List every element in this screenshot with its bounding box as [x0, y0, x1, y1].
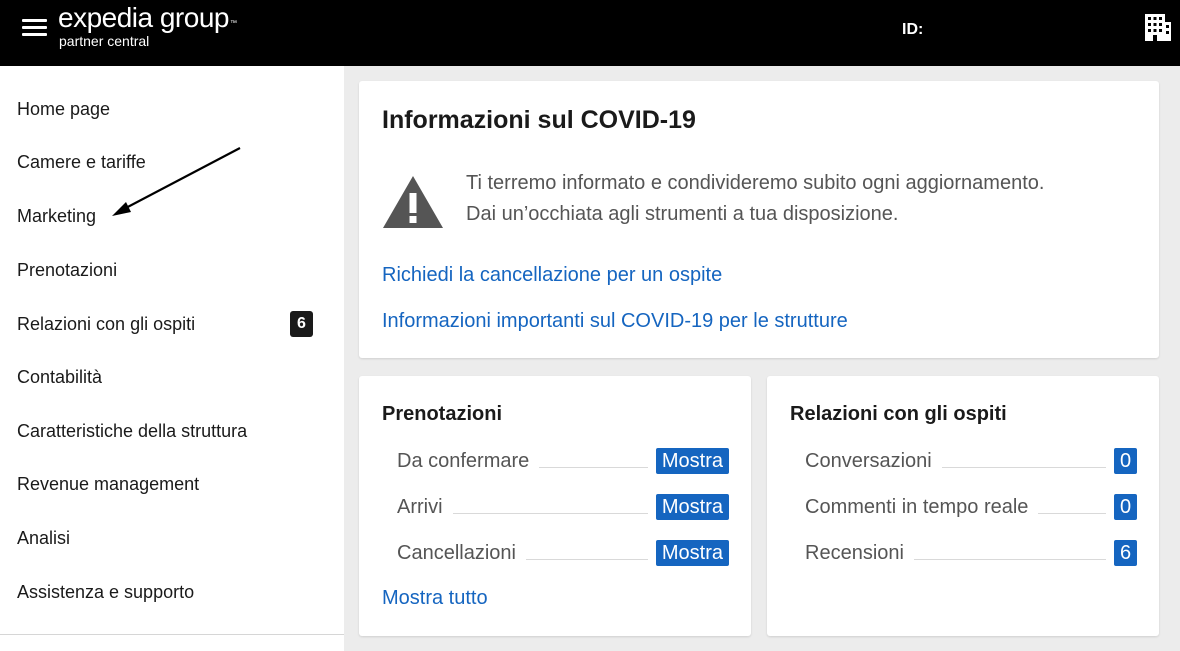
conversations-count[interactable]: 0: [1114, 448, 1137, 474]
sidebar-item-property-details[interactable]: Caratteristiche della struttura: [17, 418, 247, 444]
covid-important-info-link[interactable]: Informazioni importanti sul COVID-19 per…: [382, 310, 848, 333]
row-dotted-leader: [941, 466, 1106, 468]
logo-subtitle: partner central: [59, 33, 150, 49]
logo-trademark: ™: [229, 20, 237, 27]
expedia-group-logo[interactable]: expedia group™ partner central: [58, 2, 237, 49]
row-dotted-leader: [1038, 512, 1106, 514]
sidebar-item-guest-relations[interactable]: Relazioni con gli ospiti: [17, 311, 195, 337]
property-id-label: ID:: [902, 21, 924, 38]
reviews-count[interactable]: 6: [1114, 540, 1137, 566]
reservation-row: Da confermare Mostra: [397, 447, 729, 475]
row-label: Recensioni: [805, 541, 904, 564]
hamburger-menu-icon[interactable]: [22, 19, 48, 39]
guest-relations-card: Relazioni con gli ospiti Conversazioni 0…: [767, 376, 1159, 636]
guest-relations-row[interactable]: Commenti in tempo reale 0: [805, 493, 1137, 521]
row-label: Da confermare: [397, 449, 530, 472]
covid-message-line-2: Dai un’occhiata agli strumenti a tua dis…: [466, 203, 899, 225]
row-dotted-leader: [539, 466, 648, 468]
show-all-link[interactable]: Mostra tutto: [382, 587, 488, 610]
logo-main-text: expedia group: [58, 2, 229, 33]
sidebar-item-marketing[interactable]: Marketing: [17, 203, 96, 229]
reservations-card-title: Prenotazioni: [382, 403, 503, 425]
guest-relations-card-title: Relazioni con gli ospiti: [790, 403, 1007, 425]
sidebar-divider: [0, 634, 344, 635]
sidebar-item-help-support[interactable]: Assistenza e supporto: [17, 579, 194, 605]
show-cancellations-button[interactable]: Mostra: [655, 540, 729, 566]
reservations-card: Prenotazioni Da confermare Mostra Arrivi…: [359, 376, 751, 636]
row-dotted-leader: [913, 558, 1106, 560]
covid-info-card: Informazioni sul COVID-19 Ti terremo inf…: [359, 81, 1159, 358]
row-dotted-leader: [525, 558, 648, 560]
guest-relations-row[interactable]: Recensioni 6: [805, 539, 1137, 567]
covid-message-line-1: Ti terremo informato e condivideremo sub…: [466, 172, 1045, 194]
row-label: Arrivi: [397, 495, 443, 518]
building-icon[interactable]: [1144, 12, 1172, 42]
row-dotted-leader: [452, 512, 648, 514]
row-label: Conversazioni: [805, 449, 932, 472]
reservation-row: Arrivi Mostra: [397, 493, 729, 521]
guest-relations-row[interactable]: Conversazioni 0: [805, 447, 1137, 475]
guest-relations-badge: 6: [290, 311, 313, 337]
sidebar-item-analytics[interactable]: Analisi: [17, 525, 70, 551]
sidebar-item-revenue-management[interactable]: Revenue management: [17, 471, 199, 497]
show-to-confirm-button[interactable]: Mostra: [655, 448, 729, 474]
sidebar-item-rooms-rates[interactable]: Camere e tariffe: [17, 149, 146, 175]
sidebar-item-home[interactable]: Home page: [17, 96, 110, 122]
row-label: Commenti in tempo reale: [805, 495, 1029, 518]
show-arrivals-button[interactable]: Mostra: [655, 494, 729, 520]
warning-icon: [383, 176, 443, 228]
covid-card-title: Informazioni sul COVID-19: [382, 106, 696, 134]
real-time-comments-count[interactable]: 0: [1114, 494, 1137, 520]
sidebar-nav: Home page Camere e tariffe Marketing Pre…: [0, 66, 344, 651]
sidebar-item-reservations[interactable]: Prenotazioni: [17, 257, 117, 283]
reservation-row: Cancellazioni Mostra: [397, 539, 729, 567]
sidebar-item-accounting[interactable]: Contabilità: [17, 364, 102, 390]
top-header: expedia group™ partner central ID:: [0, 0, 1180, 66]
request-cancellation-link[interactable]: Richiedi la cancellazione per un ospite: [382, 264, 722, 287]
row-label: Cancellazioni: [397, 541, 516, 564]
